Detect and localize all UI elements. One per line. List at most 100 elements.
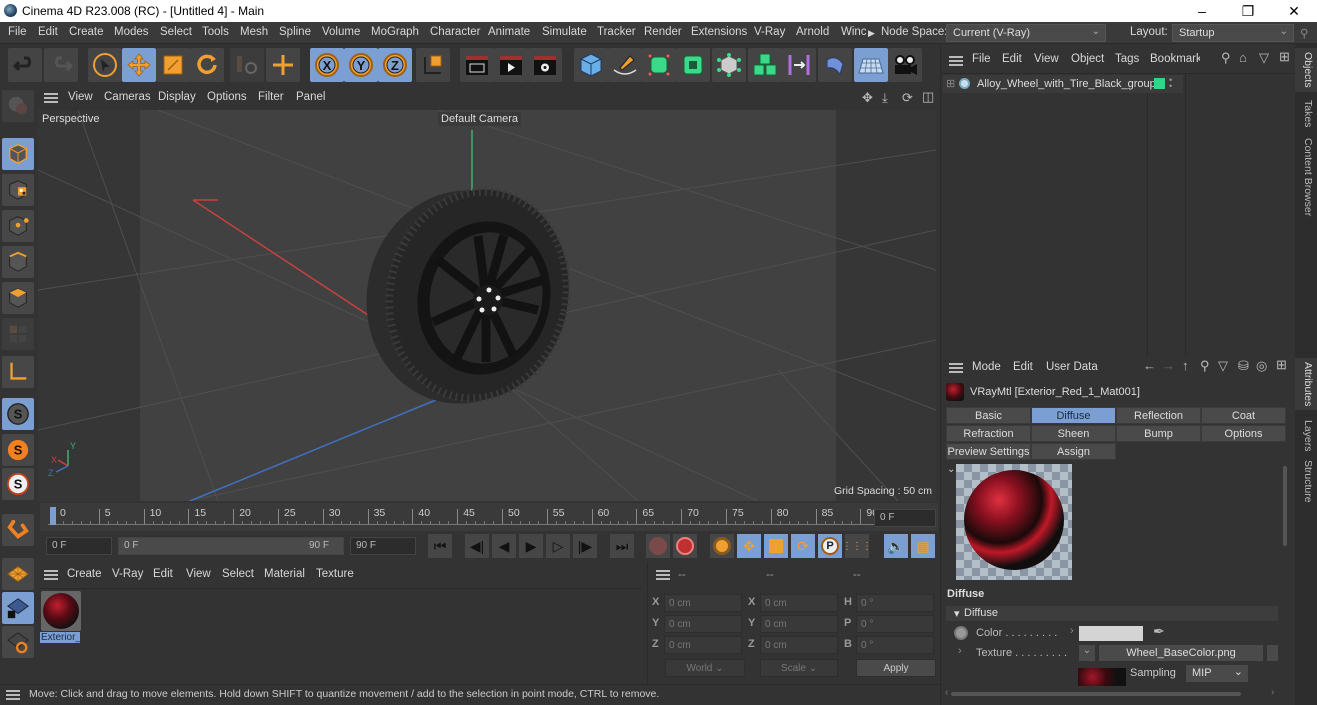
material-menu-icon[interactable]	[44, 570, 58, 580]
array-button[interactable]	[748, 48, 782, 82]
attr-tab-diffuse[interactable]: Diffuse	[1031, 407, 1116, 424]
sound-button[interactable]: 🔈	[884, 534, 908, 558]
zoom-view-icon[interactable]: ⤓	[882, 90, 888, 106]
home-icon[interactable]: ⌂	[1239, 50, 1247, 65]
maximize-button[interactable]: ❐	[1225, 0, 1271, 22]
material-menu-material[interactable]: Material	[264, 568, 305, 580]
attributes-menu-icon[interactable]	[949, 363, 963, 373]
filter-icon[interactable]: ▽	[1259, 50, 1269, 66]
key-pla-button[interactable]: ⋮⋮⋮	[842, 534, 872, 558]
coordinate-input-pos[interactable]: 0 cm	[664, 615, 742, 633]
scale-tool-button[interactable]	[156, 48, 190, 82]
cube-button[interactable]	[574, 48, 608, 82]
previous-key-button[interactable]: ◀|	[465, 534, 489, 558]
objects-menu-object[interactable]: Object	[1071, 53, 1104, 65]
menu-mesh[interactable]: Mesh	[240, 26, 268, 38]
magnet-button[interactable]	[2, 514, 34, 546]
move-tool-button[interactable]	[122, 48, 156, 82]
node-space-dropdown[interactable]: Current (V-Ray) ⌄	[946, 24, 1106, 42]
tab-takes[interactable]: Takes	[1295, 96, 1317, 131]
search-icon[interactable]: ⚲	[1221, 50, 1231, 66]
extrude-button[interactable]	[676, 48, 710, 82]
menu-edit[interactable]: Edit	[38, 26, 58, 38]
undo-button[interactable]	[8, 48, 42, 82]
key-rotation-button[interactable]: ⟳	[791, 534, 815, 558]
end-frame-field[interactable]: 90 F	[350, 537, 416, 555]
menu-simulate[interactable]: Simulate	[542, 26, 587, 38]
cloner-button[interactable]	[712, 48, 746, 82]
polygon-mode-button[interactable]	[2, 282, 34, 314]
diffuse-group-header[interactable]: ▾ Diffuse	[946, 606, 1278, 621]
search-icon[interactable]: ⚲	[1300, 26, 1308, 40]
record-active-button[interactable]	[646, 534, 670, 558]
attr-tab-preview-settings[interactable]: Preview Settings	[946, 443, 1031, 460]
material-swatch[interactable]: Exterior_	[40, 590, 84, 646]
coordinate-input-pos[interactable]: 0 cm	[664, 636, 742, 654]
render-picture-viewer-button[interactable]	[494, 48, 528, 82]
coordinates-menu-icon[interactable]	[656, 570, 670, 580]
tab-attributes[interactable]: Attributes	[1295, 358, 1317, 411]
axis-mode-button[interactable]	[2, 356, 34, 388]
material-menu-create[interactable]: Create	[67, 568, 102, 580]
attributes-menu-user-data[interactable]: User Data	[1046, 361, 1098, 373]
forward-arrow-icon[interactable]: →	[1162, 358, 1175, 373]
expand-color-icon[interactable]: ›	[1070, 625, 1074, 637]
viewport-menu-panel[interactable]: Panel	[296, 91, 325, 103]
menu-extensions[interactable]: Extensions	[691, 26, 747, 38]
viewport-menu-cameras[interactable]: Cameras	[104, 91, 151, 103]
objects-menu-view[interactable]: View	[1034, 53, 1059, 65]
menu-spline[interactable]: Spline	[279, 26, 311, 38]
collapse-preview-icon[interactable]: ⌄	[947, 464, 955, 475]
attr-tab-assign[interactable]: Assign	[1031, 443, 1116, 460]
render-view-button[interactable]	[460, 48, 494, 82]
keyframe-selection-button[interactable]	[710, 534, 734, 558]
coordinate-mode-dropdown[interactable]: Scale ⌄	[760, 659, 838, 677]
material-menu-edit[interactable]: Edit	[153, 568, 173, 580]
edge-mode-button[interactable]	[2, 246, 34, 278]
menu-arnold[interactable]: Arnold	[796, 26, 829, 38]
layer-color-tag[interactable]	[1154, 78, 1165, 89]
toolbar-overflow[interactable]	[928, 48, 938, 82]
attr-tab-basic[interactable]: Basic	[946, 407, 1031, 424]
menu-tracker[interactable]: Tracker	[597, 26, 636, 38]
preview-scrollbar[interactable]	[1283, 466, 1287, 546]
close-button[interactable]: ✕	[1271, 0, 1317, 22]
tab-content-browser[interactable]: Content Browser	[1295, 134, 1317, 220]
texture-dropdown-button[interactable]: ⌄	[1079, 645, 1095, 661]
workplane-button[interactable]	[2, 558, 34, 590]
snap-settings-button[interactable]: S	[2, 434, 34, 466]
layout-dropdown[interactable]: Startup ⌄	[1172, 24, 1294, 42]
key-position-button[interactable]: ✥	[737, 534, 761, 558]
coordinate-input-size[interactable]: 0 cm	[760, 615, 838, 633]
tab-objects[interactable]: Objects	[1295, 48, 1317, 92]
new-window-icon[interactable]: ⊞	[1279, 49, 1290, 65]
viewport-menu-icon[interactable]	[44, 93, 58, 103]
texture-mode-button[interactable]	[2, 174, 34, 206]
texture-options-button[interactable]	[1267, 645, 1278, 661]
transform-tool-button[interactable]	[266, 48, 300, 82]
scroll-right-icon[interactable]: ›	[1271, 687, 1274, 698]
make-editable-button[interactable]	[2, 90, 34, 122]
color-animate-icon[interactable]	[954, 626, 968, 640]
key-scale-button[interactable]	[764, 534, 788, 558]
menu-vray[interactable]: V-Ray	[754, 26, 785, 38]
menu-mograph[interactable]: MoGraph	[371, 26, 419, 38]
snap-button[interactable]: S	[2, 398, 34, 430]
model-mode-button[interactable]	[2, 138, 34, 170]
camera-label[interactable]: Default Camera	[438, 112, 522, 126]
y-axis-lock-button[interactable]: Y	[344, 48, 378, 82]
previous-frame-button[interactable]: ◀	[492, 534, 516, 558]
object-name[interactable]: Alloy_Wheel_with_Tire_Black_group	[977, 78, 1156, 90]
camera-button[interactable]	[888, 48, 922, 82]
perspective-viewport[interactable]: Perspective Default Camera Y X Z Grid Sp…	[38, 110, 936, 501]
sampling-dropdown[interactable]: MIP ⌄	[1186, 665, 1248, 682]
floor-button[interactable]	[854, 48, 888, 82]
playhead[interactable]	[50, 507, 56, 525]
apply-button[interactable]: Apply	[856, 659, 936, 677]
coordinate-input-size[interactable]: 0 cm	[760, 636, 838, 654]
viewport-menu-filter[interactable]: Filter	[258, 91, 284, 103]
pen-button[interactable]	[608, 48, 642, 82]
coordinate-system-button[interactable]	[416, 48, 450, 82]
select-tool-button[interactable]	[88, 48, 122, 82]
menu-window[interactable]: Winc	[841, 26, 867, 38]
